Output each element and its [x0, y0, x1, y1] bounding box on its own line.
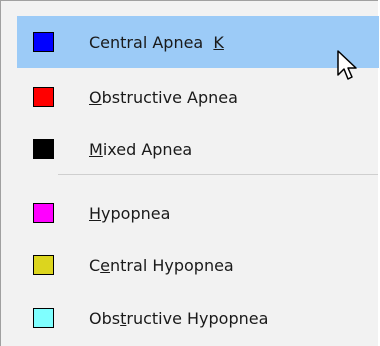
arrow-cursor-icon	[337, 50, 357, 80]
color-swatch	[33, 87, 54, 107]
menu-separator	[58, 174, 378, 175]
menu-item-obstructive-apnea[interactable]: Obstructive Apnea	[17, 71, 379, 123]
color-swatch	[33, 255, 54, 275]
menu-item-label: Obstructive Apnea	[89, 87, 238, 107]
color-swatch	[33, 203, 54, 223]
color-swatch	[33, 308, 54, 328]
menu-item-label: Obstructive Hypopnea	[89, 308, 269, 328]
menu-item-label: Mixed Apnea	[89, 139, 193, 159]
menu-item-label: Central Hypopnea	[89, 255, 234, 275]
menu-item-label: Central Apnea K	[89, 32, 224, 52]
menu-item-central-hypopnea[interactable]: Central Hypopnea	[17, 239, 379, 291]
menu-item-central-apnea[interactable]: Central Apnea K	[17, 16, 379, 68]
menu-item-hypopnea[interactable]: Hypopnea	[17, 187, 379, 239]
menu-item-mixed-apnea[interactable]: Mixed Apnea	[17, 123, 379, 175]
color-swatch	[33, 139, 54, 159]
context-menu: Central Apnea K Obstructive Apnea Mixed …	[0, 0, 379, 346]
menu-item-label: Hypopnea	[89, 203, 171, 223]
menu-item-obstructive-hypopnea[interactable]: Obstructive Hypopnea	[17, 292, 379, 344]
color-swatch	[33, 32, 54, 52]
